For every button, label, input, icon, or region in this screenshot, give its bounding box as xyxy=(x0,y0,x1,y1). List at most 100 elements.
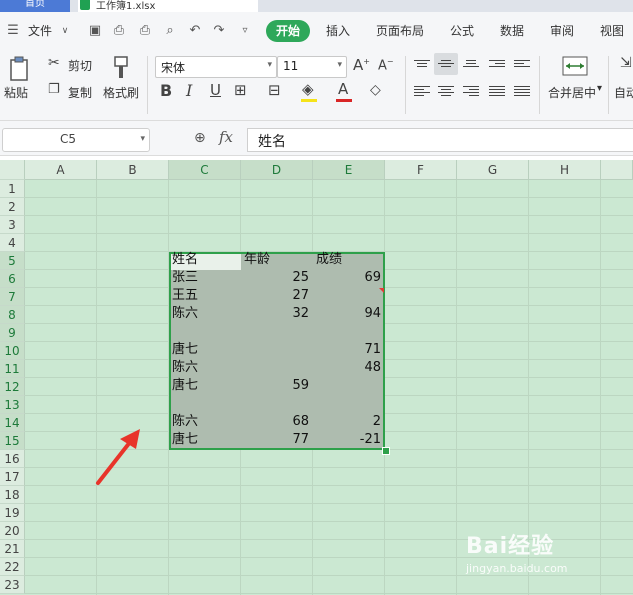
column-header-b[interactable]: B xyxy=(97,160,169,180)
cell-e6[interactable]: 69 xyxy=(316,269,381,287)
row-header-7[interactable]: 7 xyxy=(0,288,25,306)
row-header-21[interactable]: 21 xyxy=(0,540,25,558)
italic-icon[interactable]: I xyxy=(186,83,192,99)
cell-c5[interactable]: 姓名 xyxy=(172,251,237,269)
borders-icon[interactable]: ⊞ xyxy=(234,83,247,98)
tab-page-layout[interactable]: 页面布局 xyxy=(376,22,424,39)
tab-insert[interactable]: 插入 xyxy=(326,22,350,39)
cell-c14[interactable]: 陈六 xyxy=(172,413,237,431)
tab-home[interactable]: 首页 xyxy=(0,0,70,12)
cell-d12[interactable]: 59 xyxy=(244,377,309,395)
auto-wrap-button[interactable]: 自动 xyxy=(614,84,633,101)
column-header-g[interactable]: G xyxy=(457,160,529,180)
cell-d14[interactable]: 68 xyxy=(244,413,309,431)
cell-e14[interactable]: 2 xyxy=(316,413,381,431)
cell-c6[interactable]: 张三 xyxy=(172,269,237,287)
cell-e9[interactable] xyxy=(316,323,381,341)
row-header-8[interactable]: 8 xyxy=(0,306,25,324)
row-header-9[interactable]: 9 xyxy=(0,324,25,342)
align-top-icon[interactable] xyxy=(414,58,430,72)
zoom-icon[interactable]: ⊕ xyxy=(194,130,206,146)
cell-d7[interactable]: 27 xyxy=(244,287,309,305)
tab-data[interactable]: 数据 xyxy=(500,22,524,39)
row-header-16[interactable]: 16 xyxy=(0,450,25,468)
menu-file[interactable]: 文件 xyxy=(28,22,52,39)
row-header-14[interactable]: 14 xyxy=(0,414,25,432)
row-header-2[interactable]: 2 xyxy=(0,198,25,216)
cell-e15[interactable]: -21 xyxy=(316,431,381,449)
cell-style-icon[interactable]: ⊟ xyxy=(268,83,281,98)
row-header-23[interactable]: 23 xyxy=(0,576,25,594)
row-header-19[interactable]: 19 xyxy=(0,504,25,522)
indent-decrease-icon[interactable] xyxy=(489,58,505,72)
row-header-15[interactable]: 15 xyxy=(0,432,25,450)
underline-icon[interactable]: U xyxy=(210,83,221,98)
decrease-font-icon[interactable]: A− xyxy=(378,58,394,73)
cell-d15[interactable]: 77 xyxy=(244,431,309,449)
cell-d8[interactable]: 32 xyxy=(244,305,309,323)
tab-formulas[interactable]: 公式 xyxy=(450,22,474,39)
align-left-icon[interactable] xyxy=(414,84,430,98)
merge-dropdown-icon[interactable]: ▾ xyxy=(597,83,602,94)
chevron-down-icon[interactable]: ∨ xyxy=(58,24,72,38)
cell-e11[interactable]: 48 xyxy=(316,359,381,377)
cell-d6[interactable]: 25 xyxy=(244,269,309,287)
cell-e13[interactable] xyxy=(316,395,381,413)
cell-c15[interactable]: 唐七 xyxy=(172,431,237,449)
print-icon[interactable]: ⎙ xyxy=(138,24,152,38)
bold-icon[interactable]: B xyxy=(160,83,172,99)
column-header-partial[interactable] xyxy=(601,160,633,180)
column-header-c[interactable]: C xyxy=(169,160,241,180)
font-size-select[interactable]: 11 ▾ xyxy=(277,56,347,78)
name-box[interactable]: C5 ▾ xyxy=(2,128,150,152)
tab-view[interactable]: 视图 xyxy=(600,22,624,39)
column-header-a[interactable]: A xyxy=(25,160,97,180)
eraser-icon[interactable]: ◇ xyxy=(370,83,381,97)
tab-workbook[interactable]: 工作簿1.xlsx xyxy=(78,0,258,12)
cell-c7[interactable]: 王五 xyxy=(172,287,237,305)
paste-button[interactable]: 粘贴 xyxy=(4,84,28,101)
cell-e10[interactable]: 71 xyxy=(316,341,381,359)
row-header-12[interactable]: 12 xyxy=(0,378,25,396)
cell-c13[interactable] xyxy=(172,395,237,413)
cell-c8[interactable]: 陈六 xyxy=(172,305,237,323)
cell-d10[interactable] xyxy=(244,341,309,359)
row-header-4[interactable]: 4 xyxy=(0,234,25,252)
select-all-corner[interactable] xyxy=(0,160,25,180)
column-header-f[interactable]: F xyxy=(385,160,457,180)
row-header-18[interactable]: 18 xyxy=(0,486,25,504)
cell-e12[interactable] xyxy=(316,377,381,395)
cell-d13[interactable] xyxy=(244,395,309,413)
cell-e8[interactable]: 94 xyxy=(316,305,381,323)
tab-review[interactable]: 审阅 xyxy=(550,22,574,39)
fill-color-icon[interactable]: ◈ xyxy=(302,82,314,97)
wrap-text-icon[interactable]: ⇲ xyxy=(620,56,632,70)
cell-c10[interactable]: 唐七 xyxy=(172,341,237,359)
save-icon[interactable]: ▣ xyxy=(88,24,102,38)
cell-c11[interactable]: 陈六 xyxy=(172,359,237,377)
align-bottom-icon[interactable] xyxy=(463,58,479,72)
export-icon[interactable]: ⎙ xyxy=(112,24,126,38)
column-header-d[interactable]: D xyxy=(241,160,313,180)
font-color-icon[interactable]: A xyxy=(338,82,348,97)
function-icon[interactable]: fx xyxy=(219,128,233,146)
align-center-icon[interactable] xyxy=(438,84,454,98)
distributed-icon[interactable] xyxy=(514,84,530,98)
column-header-h[interactable]: H xyxy=(529,160,601,180)
row-header-10[interactable]: 10 xyxy=(0,342,25,360)
copy-button[interactable]: 复制 xyxy=(68,84,92,101)
row-header-6[interactable]: 6 xyxy=(0,270,25,288)
column-header-e[interactable]: E xyxy=(313,160,385,180)
hamburger-icon[interactable]: ☰ xyxy=(6,24,20,38)
tab-start[interactable]: 开始 xyxy=(266,20,310,42)
cell-d11[interactable] xyxy=(244,359,309,377)
cell-c9[interactable] xyxy=(172,323,237,341)
format-painter-button[interactable]: 格式刷 xyxy=(103,84,139,101)
row-header-20[interactable]: 20 xyxy=(0,522,25,540)
formula-input[interactable]: 姓名 xyxy=(247,128,633,152)
increase-font-icon[interactable]: A+ xyxy=(353,58,370,73)
cell-e5[interactable]: 成绩 xyxy=(316,251,381,269)
print-preview-icon[interactable]: ⌕ xyxy=(163,24,177,38)
row-header-3[interactable]: 3 xyxy=(0,216,25,234)
row-header-13[interactable]: 13 xyxy=(0,396,25,414)
